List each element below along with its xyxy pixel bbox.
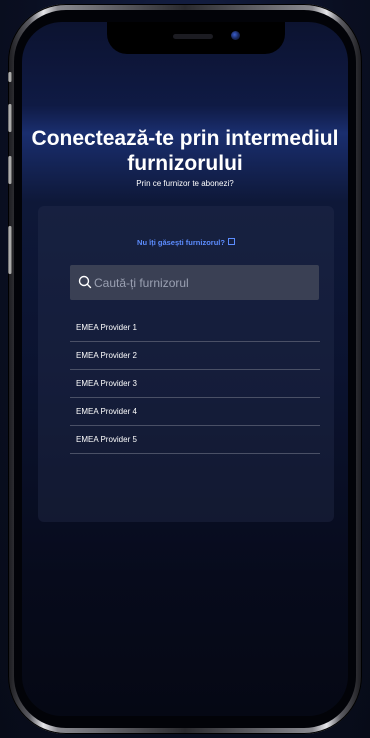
search-icon [78, 275, 92, 294]
provider-item-2[interactable]: EMEA Provider 2 [70, 342, 320, 370]
mute-switch [8, 72, 12, 82]
provider-item-4[interactable]: EMEA Provider 4 [70, 398, 320, 426]
provider-help-link[interactable]: Nu îți găsești furnizorul? [38, 238, 334, 247]
provider-list: EMEA Provider 1 EMEA Provider 2 EMEA Pro… [70, 314, 320, 454]
volume-up-button [8, 104, 12, 132]
provider-item-5[interactable]: EMEA Provider 5 [70, 426, 320, 454]
provider-item-3[interactable]: EMEA Provider 3 [70, 370, 320, 398]
phone-notch [107, 22, 285, 54]
volume-down-button [8, 156, 12, 184]
side-button-lower [8, 226, 12, 274]
phone-screen: Conectează-te prin intermediul furnizoru… [22, 22, 348, 716]
search-input[interactable] [94, 265, 314, 300]
provider-search[interactable] [70, 265, 319, 300]
page-subtitle: Prin ce furnizor te abonezi? [136, 179, 234, 188]
external-link-icon [227, 238, 235, 245]
speaker-grille [173, 34, 213, 39]
front-camera [231, 31, 240, 40]
provider-item-1[interactable]: EMEA Provider 1 [70, 314, 320, 342]
provider-help-link-label: Nu îți găsești furnizorul? [137, 238, 225, 247]
provider-card: Nu îți găsești furnizorul? EMEA Provider… [38, 206, 334, 522]
page-title: Conectează-te prin intermediul furnizoru… [31, 127, 339, 175]
